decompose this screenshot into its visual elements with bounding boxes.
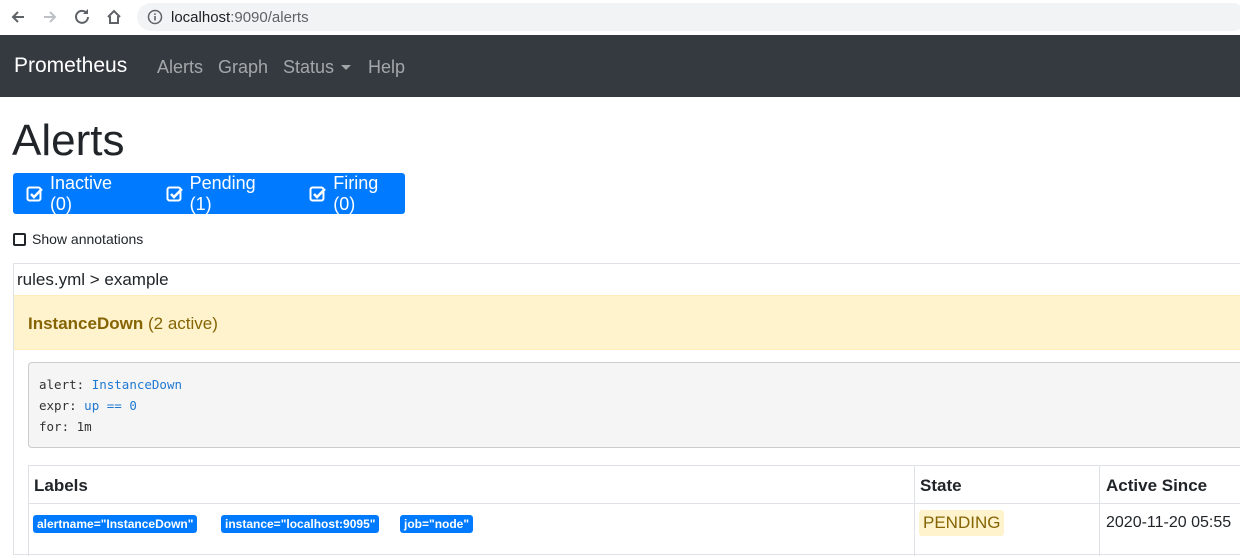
top-navbar: Prometheus Alerts Graph Status Help xyxy=(0,35,1240,97)
label-badge-alertname: alertname="InstanceDown" xyxy=(33,515,198,533)
url-text[interactable]: localhost:9090/alerts xyxy=(171,9,309,26)
header-state: State xyxy=(920,476,962,495)
table-col-divider xyxy=(1099,466,1100,556)
filter-firing-button[interactable]: Firing (0) xyxy=(282,173,405,214)
caret-down-icon xyxy=(341,65,352,70)
address-bar[interactable]: localhost:9090/alerts xyxy=(137,3,1240,31)
filter-inactive-label: Inactive (0) xyxy=(49,172,112,214)
nav-status-label: Status xyxy=(283,57,335,77)
browser-toolbar: localhost:9090/alerts xyxy=(0,0,1240,36)
rule-alert-value[interactable]: InstanceDown xyxy=(92,377,182,392)
page-title: Alerts xyxy=(12,116,125,165)
filter-inactive-button[interactable]: Inactive (0) xyxy=(13,173,139,214)
alert-active-count: (2 active) xyxy=(147,314,218,333)
state-badge: PENDING xyxy=(919,510,1005,536)
label-badge-job: job="node" xyxy=(400,515,474,533)
header-labels: Labels xyxy=(34,476,88,495)
show-annotations-label: Show annotations xyxy=(32,231,144,247)
filter-pending-label: Pending (1) xyxy=(189,172,256,214)
nav-graph[interactable]: Graph xyxy=(218,57,268,78)
show-annotations-toggle[interactable]: Show annotations xyxy=(13,231,143,247)
checked-box-icon xyxy=(26,186,43,201)
url-path: :9090/alerts xyxy=(230,8,309,26)
url-host: localhost xyxy=(171,8,231,26)
rule-definition: alert: InstanceDown expr: up == 0 for: 1… xyxy=(28,362,1240,448)
home-icon[interactable] xyxy=(102,5,126,29)
back-icon[interactable] xyxy=(6,5,30,29)
alert-rule-title: InstanceDown (2 active) xyxy=(28,314,218,334)
alerts-table: Labels State Active Since alertname="Ins… xyxy=(28,465,1240,556)
table-border-left xyxy=(28,466,29,556)
rule-group-header: rules.yml > example xyxy=(17,270,169,289)
checked-box-icon xyxy=(166,186,183,201)
active-since-value: 2020-11-20 05:55 xyxy=(1106,514,1232,531)
label-badge-instance: instance="localhost:9095" xyxy=(221,515,380,533)
alert-rule-row[interactable]: InstanceDown (2 active) xyxy=(14,295,1240,350)
header-active-since: Active Since xyxy=(1106,476,1208,495)
table-col-divider xyxy=(914,466,915,556)
reload-icon[interactable] xyxy=(70,5,94,29)
brand-link[interactable]: Prometheus xyxy=(14,54,127,78)
nav-status[interactable]: Status xyxy=(283,57,352,78)
show-annotations-checkbox[interactable] xyxy=(13,232,26,246)
filter-pending-button[interactable]: Pending (1) xyxy=(139,173,283,214)
forward-icon[interactable] xyxy=(38,5,62,29)
alert-rule-name: InstanceDown xyxy=(28,314,144,333)
rule-alert-key: alert: xyxy=(39,377,85,392)
checked-box-icon xyxy=(309,186,327,201)
info-icon[interactable] xyxy=(147,9,163,25)
filter-firing-label: Firing (0) xyxy=(333,172,379,214)
rule-group-panel: rules.yml > example InstanceDown (2 acti… xyxy=(13,263,1240,556)
rule-for-value: 1m xyxy=(76,419,92,434)
rule-expr-key: expr: xyxy=(39,398,77,413)
rule-for-key: for: xyxy=(39,419,70,434)
alert-state-filters: Inactive (0) Pending (1) Firing (0) xyxy=(13,173,405,214)
nav-alerts[interactable]: Alerts xyxy=(157,57,203,78)
rule-expr-value[interactable]: up == 0 xyxy=(84,398,137,413)
nav-help[interactable]: Help xyxy=(368,57,405,78)
table-header-divider xyxy=(28,503,1240,504)
